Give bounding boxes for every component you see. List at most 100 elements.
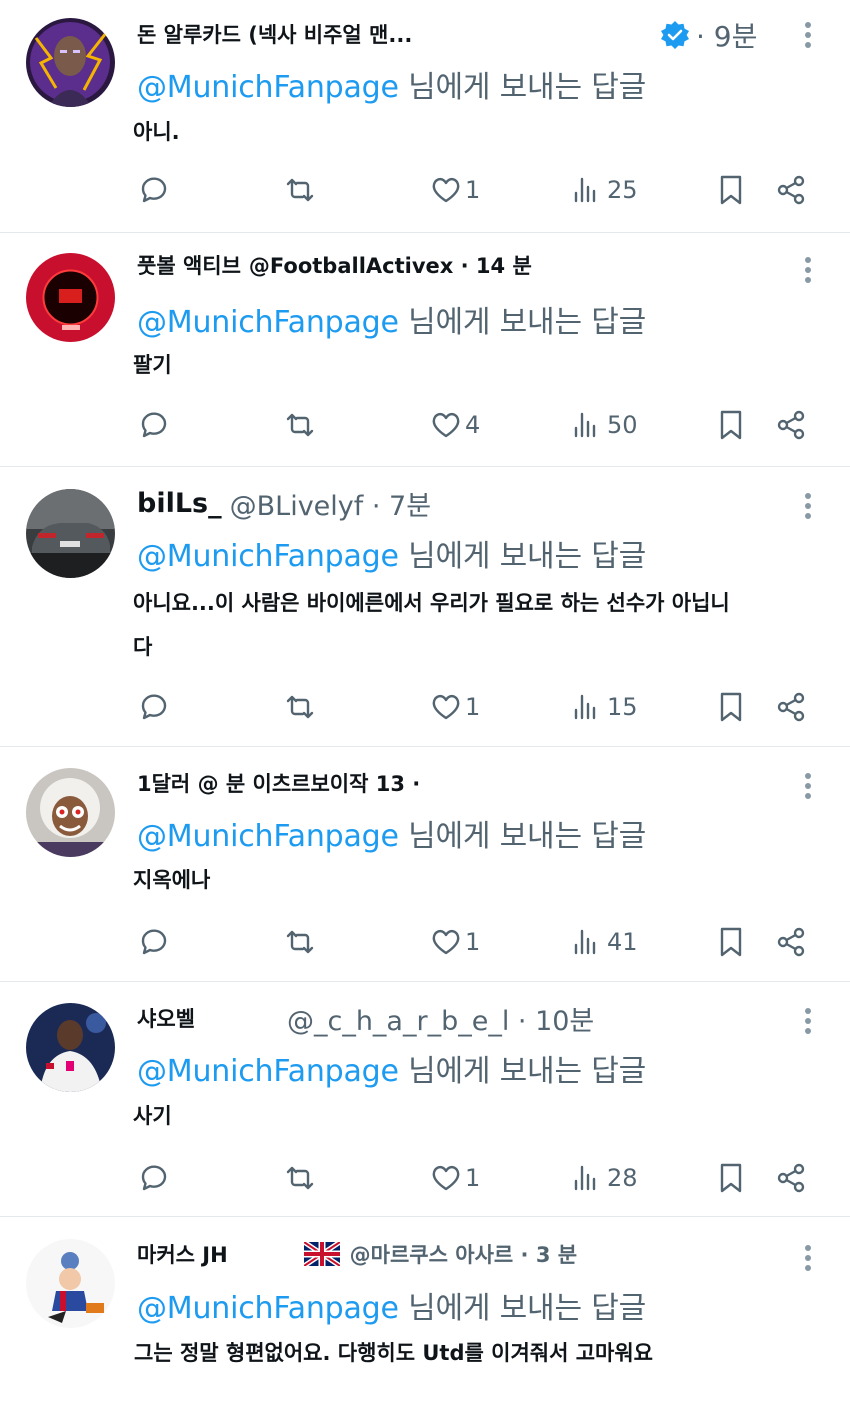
bookmark-icon	[720, 1163, 742, 1193]
retweet-button[interactable]	[283, 922, 317, 962]
display-name[interactable]: 마커스 JH	[137, 1239, 228, 1269]
mention-link[interactable]: @MunichFanpage	[137, 305, 399, 340]
more-options-icon[interactable]	[804, 22, 812, 52]
user-handle[interactable]: @FootballActivex · 14 분	[249, 250, 532, 280]
share-icon	[777, 692, 805, 722]
tweet[interactable]: 마커스 JH @마르쿠스 아사르 · 3 분 @MunichFanpage 님에…	[0, 1217, 850, 1427]
retweet-button[interactable]	[283, 170, 317, 210]
reply-button[interactable]	[137, 1158, 171, 1198]
views-button[interactable]: 25	[571, 170, 638, 210]
action-bar: 1 25	[137, 170, 812, 210]
tweet[interactable]: 돈 알루카드 (넥사 비주얼 맨... · 9분 @MunichFanpage …	[0, 0, 850, 233]
tweet[interactable]: 샤오벨 @_c_h_a_r_b_e_l · 10분 @MunichFanpage…	[0, 982, 850, 1217]
tweet-text: 아니요...이 사람은 바이에른에서 우리가 필요로 하는 선수가 아닙니다	[133, 591, 730, 659]
tweet-time[interactable]: · 9분	[696, 15, 757, 55]
reply-context: @MunichFanpage 님에게 보내는 답글	[137, 531, 646, 575]
avatar[interactable]	[26, 1239, 115, 1328]
share-icon	[777, 1163, 805, 1193]
more-options-icon[interactable]	[804, 257, 812, 287]
action-bar: 1 41	[137, 922, 812, 962]
display-name[interactable]: 풋볼 액티브	[137, 250, 241, 280]
display-name[interactable]: 샤오벨	[137, 1003, 195, 1033]
bookmark-button[interactable]	[714, 922, 748, 962]
user-handle[interactable]: @BLivelyf · 7분	[230, 484, 431, 523]
like-count: 1	[465, 1164, 481, 1192]
reply-context: @MunichFanpage 님에게 보내는 답글	[137, 297, 646, 341]
like-button[interactable]: 4	[429, 405, 480, 445]
retweet-button[interactable]	[283, 1158, 317, 1198]
like-button[interactable]: 1	[429, 170, 480, 210]
share-button[interactable]	[774, 170, 808, 210]
more-options-icon[interactable]	[804, 493, 812, 523]
bookmark-button[interactable]	[714, 1158, 748, 1198]
display-name[interactable]: 돈 알루카드 (넥사 비주얼 맨...	[137, 19, 412, 49]
retweet-icon	[286, 695, 314, 719]
share-button[interactable]	[774, 1158, 808, 1198]
like-button[interactable]: 1	[429, 687, 480, 727]
views-icon	[574, 412, 596, 438]
reply-button[interactable]	[137, 922, 171, 962]
like-button[interactable]: 1	[429, 1158, 480, 1198]
mention-link[interactable]: @MunichFanpage	[137, 819, 399, 854]
share-button[interactable]	[774, 405, 808, 445]
mention-link[interactable]: @MunichFanpage	[137, 1291, 399, 1326]
more-options-icon[interactable]	[804, 1008, 812, 1038]
uk-flag-icon	[303, 1242, 340, 1266]
retweet-icon	[286, 930, 314, 954]
tweet-header: 마커스 JH @마르쿠스 아사르 · 3 분	[137, 1234, 777, 1274]
tweet-header: bilLs_ @BLivelyf · 7분	[137, 483, 777, 523]
purple-lightning-man-avatar-icon	[26, 18, 115, 107]
avatar[interactable]	[26, 253, 115, 342]
reply-button[interactable]	[137, 687, 171, 727]
share-button[interactable]	[774, 922, 808, 962]
bookmark-icon	[720, 410, 742, 440]
retweet-icon	[286, 178, 314, 202]
retweet-button[interactable]	[283, 405, 317, 445]
share-button[interactable]	[774, 687, 808, 727]
views-icon	[574, 694, 596, 720]
heart-icon	[432, 1165, 460, 1191]
mention-link[interactable]: @MunichFanpage	[137, 1054, 399, 1089]
mention-link[interactable]: @MunichFanpage	[137, 70, 399, 105]
views-button[interactable]: 15	[571, 687, 638, 727]
anime-character-avatar-icon	[26, 768, 115, 857]
bookmark-button[interactable]	[714, 687, 748, 727]
avatar[interactable]	[26, 18, 115, 107]
like-count: 1	[465, 176, 481, 204]
reply-context: @MunichFanpage 님에게 보내는 답글	[137, 1046, 646, 1090]
reply-icon	[141, 1165, 167, 1191]
views-button[interactable]: 41	[571, 922, 638, 962]
bookmark-icon	[720, 927, 742, 957]
reply-context: @MunichFanpage 님에게 보내는 답글	[137, 62, 646, 106]
bookmark-button[interactable]	[714, 170, 748, 210]
tweet[interactable]: 풋볼 액티브 @FootballActivex · 14 분 @MunichFa…	[0, 233, 850, 467]
tweet-text: 아니.	[133, 120, 180, 144]
views-icon	[574, 929, 596, 955]
action-bar: 1 15	[137, 687, 812, 727]
avatar[interactable]	[26, 489, 115, 578]
bookmark-button[interactable]	[714, 405, 748, 445]
heart-icon	[432, 929, 460, 955]
views-button[interactable]: 28	[571, 1158, 638, 1198]
user-handle[interactable]: @마르쿠스 아사르 · 3 분	[350, 1239, 577, 1269]
avatar[interactable]	[26, 1003, 115, 1092]
views-button[interactable]: 50	[571, 405, 638, 445]
avatar[interactable]	[26, 768, 115, 857]
display-name[interactable]: bilLs_	[137, 488, 222, 519]
reply-button[interactable]	[137, 170, 171, 210]
tweet[interactable]: 1달러 @ 분 이츠르보이작 13 · @MunichFanpage 님에게 보…	[0, 747, 850, 982]
more-options-icon[interactable]	[804, 1245, 812, 1275]
tweet[interactable]: bilLs_ @BLivelyf · 7분 @MunichFanpage 님에게…	[0, 467, 850, 747]
mention-link[interactable]: @MunichFanpage	[137, 539, 399, 574]
more-options-icon[interactable]	[804, 773, 812, 803]
user-handle[interactable]: @_c_h_a_r_b_e_l · 10분	[287, 999, 594, 1038]
retweet-icon	[286, 413, 314, 437]
reply-context-label: 님에게 보내는 답글	[398, 1291, 646, 1326]
retweet-button[interactable]	[283, 687, 317, 727]
like-button[interactable]: 1	[429, 922, 480, 962]
reply-icon	[141, 177, 167, 203]
like-count: 4	[465, 411, 481, 439]
reply-button[interactable]	[137, 405, 171, 445]
tweet-text: 사기	[133, 1104, 172, 1128]
display-name[interactable]: 1달러 @ 분 이츠르보이작 13 ·	[137, 768, 420, 798]
